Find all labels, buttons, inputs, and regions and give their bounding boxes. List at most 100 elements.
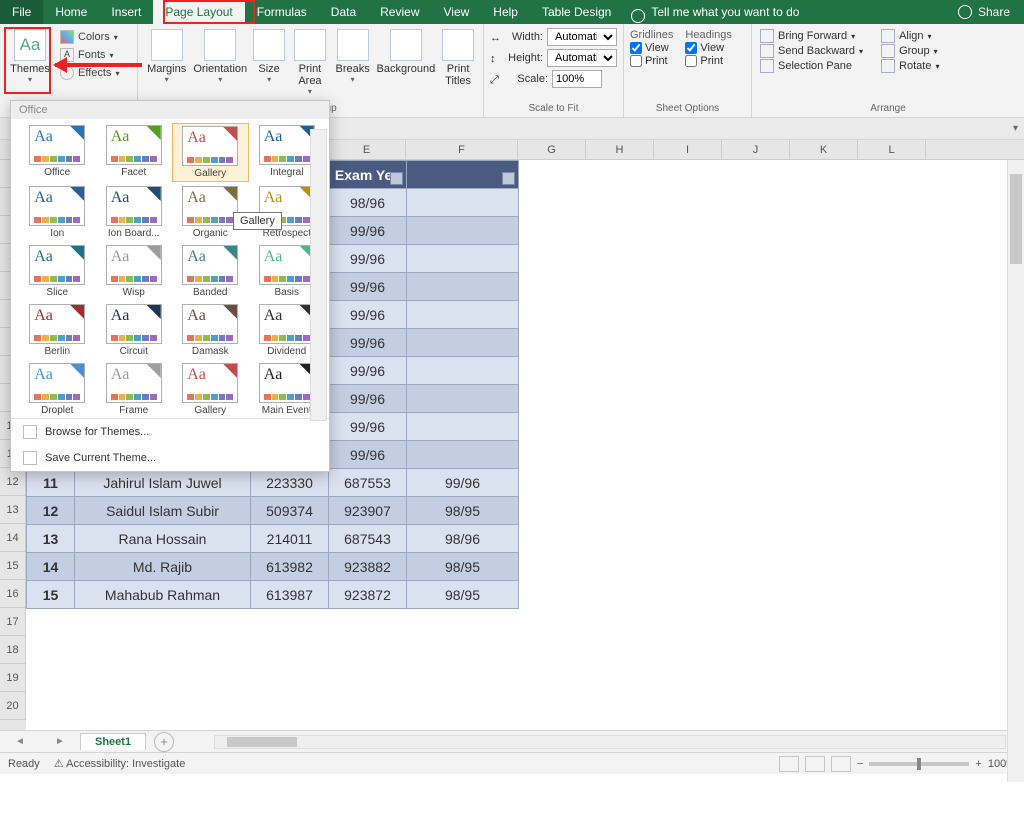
margins-button[interactable]: Margins▾ — [144, 27, 189, 84]
orientation-button[interactable]: Orientation▾ — [193, 27, 247, 84]
cell[interactable]: 98/95 — [407, 553, 519, 581]
cell[interactable]: Mahabub Rahman — [75, 581, 251, 609]
cell[interactable]: 99/96 — [329, 273, 407, 301]
tab-data[interactable]: Data — [319, 0, 368, 24]
tell-me-search[interactable]: Tell me what you want to do — [623, 5, 944, 19]
theme-scrollbar[interactable] — [310, 129, 327, 421]
zoom-slider[interactable] — [869, 762, 969, 766]
breaks-button[interactable]: Breaks▾ — [333, 27, 373, 84]
col-header-K[interactable]: K — [790, 140, 858, 159]
cell[interactable]: 13 — [27, 525, 75, 553]
cell[interactable]: 98/95 — [407, 581, 519, 609]
theme-ion-board-[interactable]: AaIon Board... — [96, 184, 173, 241]
row-header[interactable]: 14 — [0, 524, 26, 552]
col-header-I[interactable]: I — [654, 140, 722, 159]
cell[interactable] — [407, 273, 519, 301]
cell[interactable]: 11 — [27, 469, 75, 497]
gridlines-view-check[interactable]: View — [630, 42, 673, 54]
row-header[interactable]: 20 — [0, 692, 26, 720]
row-header[interactable]: 12 — [0, 468, 26, 496]
theme-banded[interactable]: AaBanded — [172, 243, 249, 300]
tab-view[interactable]: View — [432, 0, 482, 24]
col-header-E[interactable]: E — [328, 140, 406, 159]
view-normal-button[interactable] — [779, 756, 799, 772]
row-header[interactable]: 18 — [0, 636, 26, 664]
row-header[interactable]: 17 — [0, 608, 26, 636]
sheet-tab[interactable]: Sheet1 — [80, 733, 146, 750]
row-header[interactable]: 13 — [0, 496, 26, 524]
cell[interactable]: 223330 — [251, 469, 329, 497]
horizontal-scrollbar[interactable] — [214, 735, 1006, 749]
share-button[interactable]: Share — [944, 5, 1024, 19]
cell[interactable]: 98/95 — [407, 497, 519, 525]
cell[interactable]: 687543 — [329, 525, 407, 553]
cell[interactable]: 509374 — [251, 497, 329, 525]
print-titles-button[interactable]: Print Titles — [439, 27, 477, 87]
col-header-J[interactable]: J — [722, 140, 790, 159]
tab-home[interactable]: Home — [43, 0, 99, 24]
cell[interactable]: 98/96 — [407, 525, 519, 553]
filter-icon[interactable] — [502, 172, 515, 185]
cell[interactable]: 98/96 — [329, 189, 407, 217]
cell[interactable]: 99/96 — [329, 301, 407, 329]
cell[interactable]: 99/96 — [329, 357, 407, 385]
save-theme-button[interactable]: Save Current Theme... — [11, 445, 329, 471]
width-select[interactable]: Automatic — [547, 28, 617, 46]
theme-slice[interactable]: AaSlice — [19, 243, 96, 300]
colors-button[interactable]: Colors▾ — [58, 29, 121, 45]
scale-input[interactable] — [552, 70, 602, 88]
cell[interactable] — [407, 245, 519, 273]
cell[interactable] — [407, 217, 519, 245]
table-header[interactable] — [407, 161, 519, 189]
send-backward-button[interactable]: Send Backward▾ — [758, 44, 865, 58]
cell[interactable]: 15 — [27, 581, 75, 609]
cell[interactable]: 613982 — [251, 553, 329, 581]
cell[interactable] — [407, 301, 519, 329]
theme-gallery[interactable]: AaGallery — [172, 123, 249, 182]
col-header-H[interactable]: H — [586, 140, 654, 159]
theme-gallery[interactable]: AaGallery — [172, 361, 249, 418]
cell[interactable]: 99/96 — [329, 329, 407, 357]
cell[interactable]: 99/96 — [407, 469, 519, 497]
cell[interactable]: 923872 — [329, 581, 407, 609]
selection-pane-button[interactable]: Selection Pane — [758, 59, 865, 73]
cell[interactable]: 923882 — [329, 553, 407, 581]
tab-file[interactable]: File — [0, 0, 43, 24]
accessibility-status[interactable]: ⚠ Accessibility: Investigate — [54, 757, 186, 770]
theme-wisp[interactable]: AaWisp — [96, 243, 173, 300]
cell[interactable] — [407, 385, 519, 413]
cell[interactable]: 99/96 — [329, 385, 407, 413]
tab-page-layout[interactable]: Page Layout — [153, 0, 244, 24]
cell[interactable]: Md. Rajib — [75, 553, 251, 581]
col-header-L[interactable]: L — [858, 140, 926, 159]
browse-themes-button[interactable]: Browse for Themes... — [11, 419, 329, 445]
cell[interactable]: 214011 — [251, 525, 329, 553]
theme-droplet[interactable]: AaDroplet — [19, 361, 96, 418]
tab-help[interactable]: Help — [481, 0, 530, 24]
headings-view-check[interactable]: View — [685, 42, 731, 54]
col-header-G[interactable]: G — [518, 140, 586, 159]
filter-icon[interactable] — [390, 172, 403, 185]
cell[interactable]: 99/96 — [329, 217, 407, 245]
cell[interactable]: 99/96 — [329, 245, 407, 273]
zoom-in-button[interactable]: + — [975, 758, 981, 770]
headings-print-check[interactable]: Print — [685, 55, 731, 67]
print-area-button[interactable]: Print Area▾ — [291, 27, 329, 96]
tab-table-design[interactable]: Table Design — [530, 0, 623, 24]
zoom-out-button[interactable]: − — [857, 758, 863, 770]
add-sheet-button[interactable]: + — [154, 732, 174, 752]
cell[interactable] — [407, 441, 519, 469]
row-header[interactable]: 19 — [0, 664, 26, 692]
background-button[interactable]: Background — [377, 27, 436, 75]
vertical-scrollbar[interactable] — [1007, 160, 1024, 782]
row-header[interactable]: 16 — [0, 580, 26, 608]
cell[interactable]: Saidul Islam Subir — [75, 497, 251, 525]
group-button[interactable]: Group▾ — [879, 44, 941, 58]
theme-frame[interactable]: AaFrame — [96, 361, 173, 418]
cell[interactable] — [407, 413, 519, 441]
cell[interactable] — [407, 189, 519, 217]
theme-circuit[interactable]: AaCircuit — [96, 302, 173, 359]
tab-formulas[interactable]: Formulas — [245, 0, 319, 24]
height-select[interactable]: Automatic — [547, 49, 617, 67]
cell[interactable]: Rana Hossain — [75, 525, 251, 553]
